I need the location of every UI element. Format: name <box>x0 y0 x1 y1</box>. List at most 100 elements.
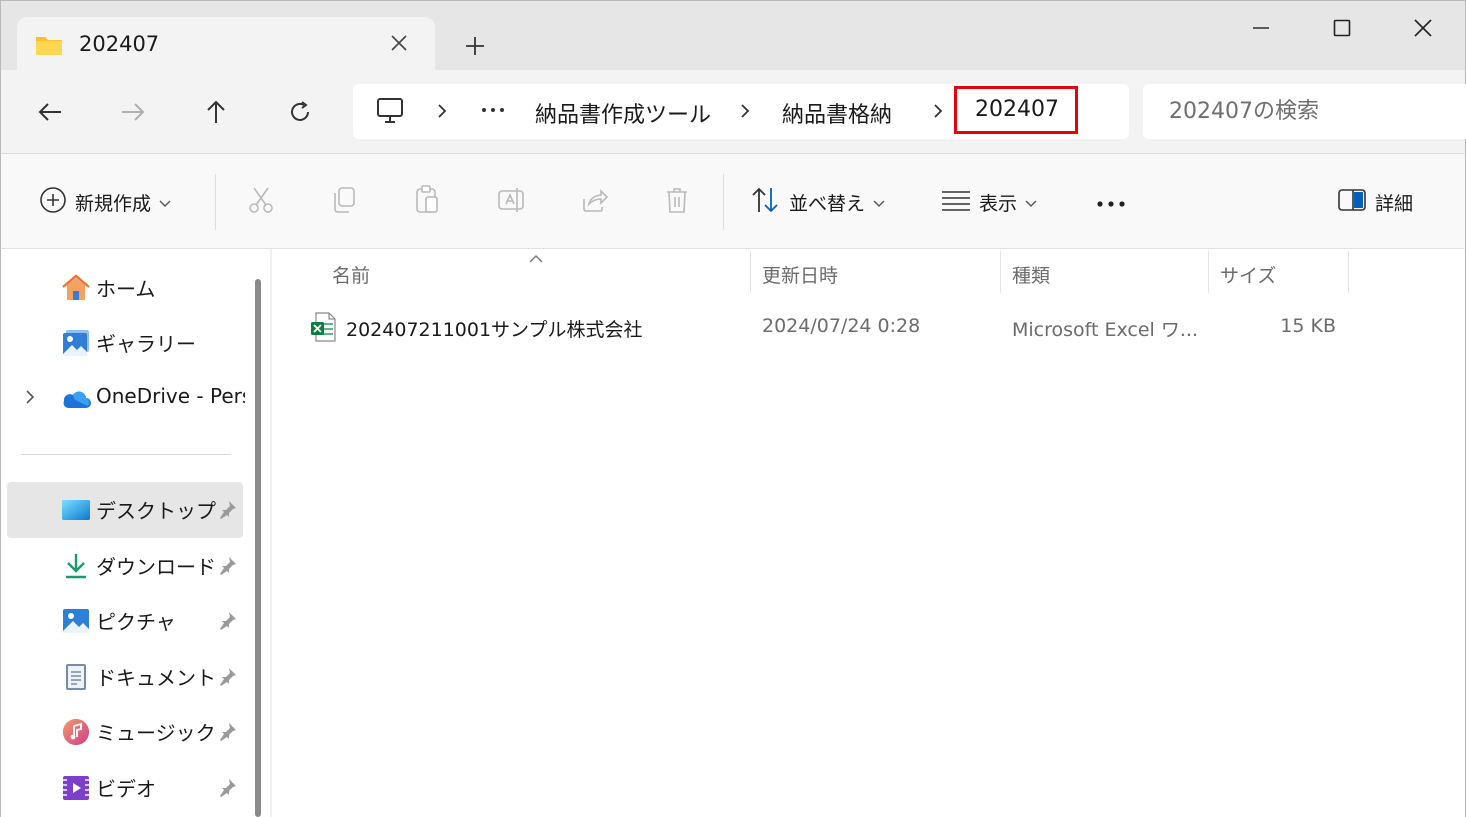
divider <box>215 174 216 230</box>
this-pc-icon[interactable] <box>375 96 405 130</box>
file-modified: 2024/07/24 0:28 <box>762 315 921 337</box>
onedrive-icon <box>61 384 91 414</box>
column-divider[interactable] <box>1208 251 1209 293</box>
scrollbar-thumb[interactable] <box>255 279 261 817</box>
gallery-icon <box>61 328 91 358</box>
sort-button-label: 並べ替え <box>789 192 866 215</box>
details-pane-icon <box>1337 188 1367 217</box>
new-button-label: 新規作成 <box>75 192 152 215</box>
up-icon[interactable] <box>198 94 234 130</box>
new-button[interactable]: 新規作成 <box>39 184 171 220</box>
sidebar-item-desktop[interactable]: デスクトップ <box>7 482 243 538</box>
sidebar-item-home[interactable]: ホーム <box>7 260 243 316</box>
file-type: Microsoft Excel ワ... <box>1012 319 1198 341</box>
sidebar-item-documents[interactable]: ドキュメント <box>7 649 243 705</box>
sidebar-item-label: デスクトップ <box>96 499 216 523</box>
folder-icon <box>35 34 63 60</box>
music-icon <box>61 717 91 747</box>
more-locations-icon[interactable] <box>481 100 505 119</box>
pin-icon[interactable] <box>219 611 237 635</box>
share-button[interactable] <box>576 184 612 220</box>
column-divider[interactable] <box>750 251 751 293</box>
more-icon <box>1096 191 1126 213</box>
documents-icon <box>61 662 91 692</box>
breadcrumb-item[interactable]: 納品書作成ツール <box>535 97 711 129</box>
chevron-right-icon[interactable] <box>736 99 754 123</box>
view-button-label: 表示 <box>979 192 1018 215</box>
pin-icon[interactable] <box>219 667 237 691</box>
pin-icon[interactable] <box>219 778 237 802</box>
address-bar[interactable]: 納品書作成ツール 納品書格納 202407 <box>353 84 1129 139</box>
column-header-label: 名前 <box>332 265 371 287</box>
column-header-size[interactable]: サイズ <box>1210 259 1348 295</box>
column-header-label: 種類 <box>1012 265 1051 287</box>
maximize-icon[interactable] <box>1320 11 1364 45</box>
download-icon <box>61 551 91 581</box>
sidebar-item-label: ダウンロード <box>96 555 216 579</box>
share-icon <box>580 187 609 218</box>
plus-circle-icon <box>39 186 67 219</box>
sort-button[interactable]: 並べ替え <box>751 184 885 220</box>
command-bar: 新規作成 並べ替え 表示 詳細 <box>0 154 1466 249</box>
tab-title: 202407 <box>79 32 160 56</box>
sidebar-item-videos[interactable]: ビデオ <box>7 760 243 816</box>
copy-button[interactable] <box>326 184 362 220</box>
navigation-scrollbar[interactable] <box>253 279 263 817</box>
sidebar-item-music[interactable]: ミュージック <box>7 704 243 760</box>
column-header-label: サイズ <box>1220 265 1277 287</box>
column-header-name[interactable]: 名前 <box>322 259 750 295</box>
sidebar-item-label: ホーム <box>96 277 156 301</box>
file-name: 202407211001サンプル株式会社 <box>346 319 643 341</box>
column-header-modified[interactable]: 更新日時 <box>752 259 1000 295</box>
sidebar-item-label: ビデオ <box>96 777 156 801</box>
breadcrumb-current[interactable]: 202407 <box>975 97 1059 122</box>
tab-202407[interactable]: 202407 <box>17 17 435 73</box>
sidebar-item-onedrive[interactable]: OneDrive - Personal <box>7 371 245 427</box>
search-input[interactable] <box>1169 96 1459 126</box>
chevron-right-icon[interactable] <box>433 99 451 123</box>
breadcrumb-item[interactable]: 納品書格納 <box>782 97 892 129</box>
close-tab-icon[interactable] <box>385 29 413 57</box>
sidebar-item-gallery[interactable]: ギャラリー <box>7 315 243 371</box>
chevron-right-icon[interactable] <box>929 99 947 123</box>
chevron-right-icon[interactable] <box>25 389 35 409</box>
more-options-button[interactable] <box>1093 184 1129 220</box>
column-divider[interactable] <box>1348 251 1349 293</box>
divider <box>723 174 724 230</box>
forward-icon[interactable] <box>115 94 151 130</box>
pictures-icon <box>61 606 91 636</box>
sidebar-item-pictures[interactable]: ピクチャ <box>7 593 243 649</box>
paste-icon <box>414 184 440 220</box>
sidebar-item-downloads[interactable]: ダウンロード <box>7 538 243 594</box>
desktop-icon <box>61 495 91 525</box>
details-pane-button[interactable]: 詳細 <box>1337 184 1413 220</box>
refresh-icon[interactable] <box>282 94 318 130</box>
pin-icon[interactable] <box>219 500 237 524</box>
scissors-icon <box>248 186 274 219</box>
title-bar: 202407 <box>0 0 1466 73</box>
new-tab-icon[interactable] <box>460 31 490 61</box>
file-size: 15 KB <box>1280 315 1336 337</box>
column-header-label: 更新日時 <box>762 265 839 287</box>
delete-button[interactable] <box>659 184 695 220</box>
excel-file-icon <box>310 312 336 346</box>
paste-button[interactable] <box>409 184 445 220</box>
window-close-icon[interactable] <box>1401 11 1445 45</box>
column-divider[interactable] <box>1000 251 1001 293</box>
column-header-type[interactable]: 種類 <box>1002 259 1208 295</box>
navigation-bar: 納品書作成ツール 納品書格納 202407 <box>0 70 1466 154</box>
cut-button[interactable] <box>243 184 279 220</box>
search-box[interactable] <box>1143 84 1466 139</box>
chevron-down-icon <box>1025 191 1037 213</box>
back-icon[interactable] <box>32 94 68 130</box>
view-button[interactable]: 表示 <box>941 184 1037 220</box>
file-row[interactable]: 202407211001サンプル株式会社 2024/07/24 0:28 Mic… <box>302 307 1342 347</box>
video-icon <box>61 773 91 803</box>
navigation-pane-content: ホーム ギャラリー OneDrive - Personal デスクトップ <box>1 249 245 817</box>
rename-button[interactable] <box>493 184 529 220</box>
sidebar-item-label: ドキュメント <box>96 666 216 690</box>
pin-icon[interactable] <box>219 556 237 580</box>
pin-icon[interactable] <box>219 722 237 746</box>
minimize-icon[interactable] <box>1239 11 1283 45</box>
rename-icon <box>497 186 525 219</box>
